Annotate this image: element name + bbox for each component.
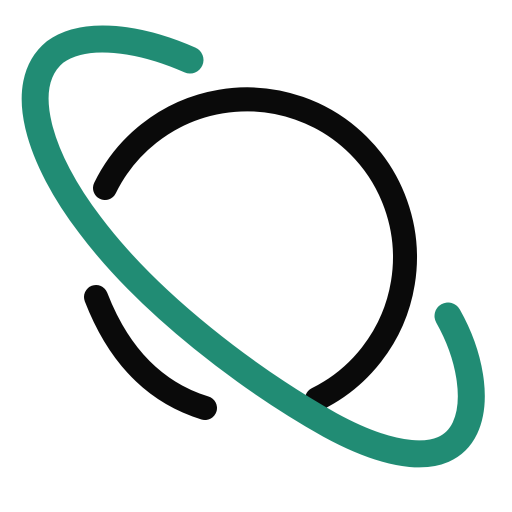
planet-icon xyxy=(0,0,512,512)
background xyxy=(0,0,512,512)
icon-canvas xyxy=(0,0,512,512)
